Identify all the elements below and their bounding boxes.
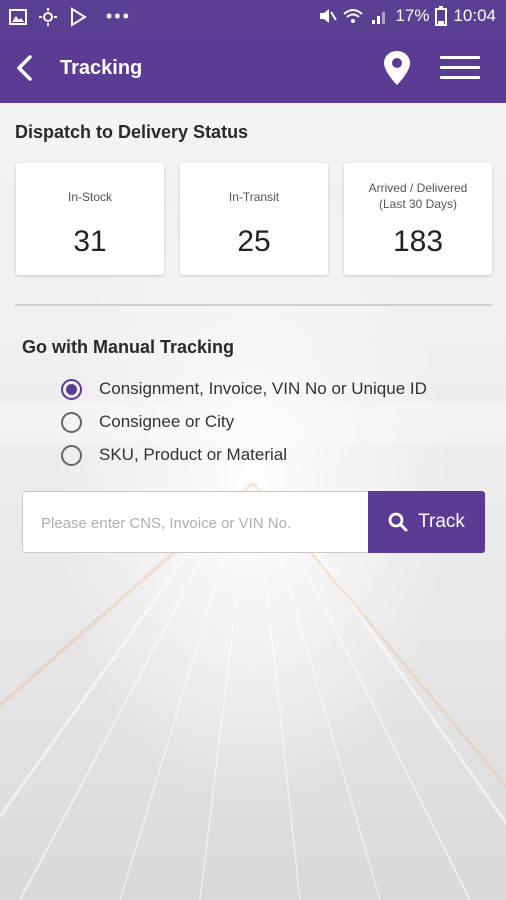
radio-option-consignee[interactable]: Consignee or City [61,408,234,436]
page-title: Tracking [60,57,143,79]
tracking-search-input[interactable] [39,492,363,554]
status-bar: ••• 17% 10:04 [0,0,506,34]
radio-button-selected[interactable] [61,378,82,400]
status-card-label-line2: (Last 30 Days) [378,197,458,211]
status-card-in-stock[interactable]: In-Stock 31 [16,163,164,275]
status-card-delivered[interactable]: Arrived / Delivered (Last 30 Days) 183 [344,163,492,275]
track-button-label: Track [418,511,465,532]
signal-icon [372,12,386,24]
back-arrow-icon[interactable] [12,54,40,82]
status-card-in-transit[interactable]: In-Transit 25 [180,163,328,275]
status-card-label-line1: Arrived / Delivered [368,181,468,195]
radio-option-sku[interactable]: SKU, Product or Material [61,441,287,469]
tracking-search-box [22,491,368,554]
dispatch-section-title: Dispatch to Delivery Status [15,122,249,142]
mute-icon [320,9,338,23]
section-divider [15,304,492,306]
status-card-value: 183 [392,225,444,258]
radio-option-label: Consignment, Invoice, VIN No or Unique I… [99,379,427,398]
manual-tracking-title: Go with Manual Tracking [22,337,235,357]
search-icon [388,512,408,532]
radio-option-label: Consignee or City [99,412,235,431]
status-card-value: 25 [237,225,271,258]
hamburger-menu-icon[interactable] [440,56,480,82]
track-button[interactable]: Track [368,491,485,553]
battery-icon [435,6,448,26]
wifi-icon [343,9,364,23]
status-card-label: Arrived / Delivered (Last 30 Days) [344,180,492,212]
radio-option-label: SKU, Product or Material [99,445,288,464]
image-icon [9,8,27,25]
more-notifications-icon: ••• [106,6,131,26]
battery-percent: 17% [395,6,430,25]
radio-option-consignment[interactable]: Consignment, Invoice, VIN No or Unique I… [61,375,427,403]
location-pin-icon[interactable] [381,50,413,86]
radio-button[interactable] [61,411,82,433]
status-card-value: 31 [73,225,107,258]
status-card-label: In-Transit [228,190,280,204]
clock: 10:04 [453,6,496,25]
app-bar: Tracking [0,34,506,103]
brightness-icon [39,7,57,26]
status-card-label: In-Stock [67,190,112,204]
play-store-icon [71,6,87,27]
radio-button[interactable] [61,444,82,466]
